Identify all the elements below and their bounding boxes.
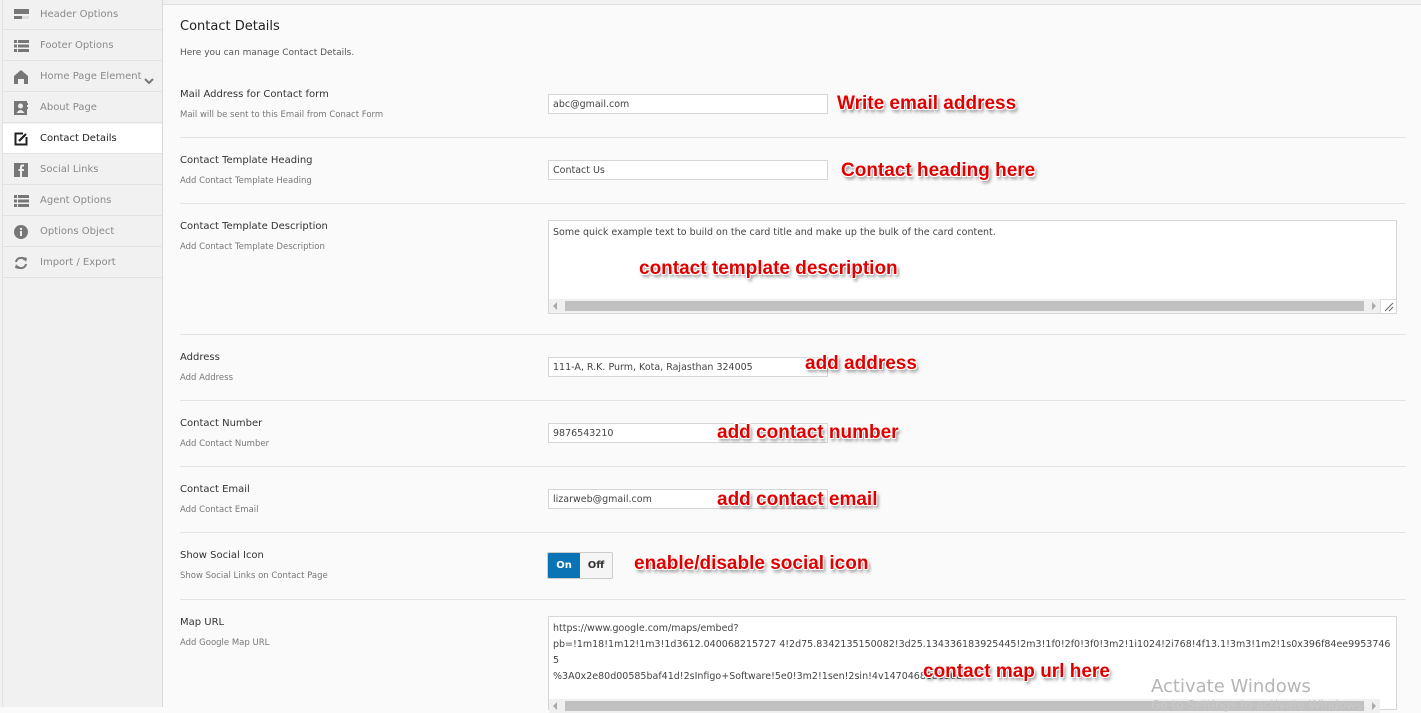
sidebar-item-social-links[interactable]: Social Links [3,155,162,185]
list-icon [13,193,29,209]
resize-grip-icon[interactable] [1380,299,1396,313]
map-url-sub: Add Google Map URL [180,638,270,648]
sidebar-item-label: Footer Options [40,40,114,51]
scroll-left-icon[interactable] [553,702,557,710]
sidebar-item-label: Home Page Element [40,71,142,82]
sidebar-item-agent-options[interactable]: Agent Options [3,186,162,216]
refresh-icon [13,255,29,271]
annotation-heading: Contact heading here [841,160,1036,181]
top-border [163,0,1421,5]
info-icon [13,224,29,240]
sidebar-item-label: Agent Options [40,195,112,206]
divider [180,466,1406,467]
sidebar-item-label: About Page [40,102,97,113]
chevron-down-icon[interactable] [144,70,154,89]
scroll-left-icon[interactable] [553,302,557,310]
social-icon-toggle[interactable]: On Off [547,552,613,579]
contact-card-icon [13,100,29,116]
sidebar: Header Options Footer Options Home Page … [0,0,163,707]
template-description-sub: Add Contact Template Description [180,242,325,252]
sidebar-item-about-page[interactable]: About Page [3,93,162,123]
template-description-text: Some quick example text to build on the … [553,227,996,238]
show-social-icon-sub: Show Social Links on Contact Page [180,571,328,581]
sidebar-item-label: Import / Export [40,257,116,268]
sidebar-item-label: Contact Details [40,133,117,144]
page-title: Contact Details [180,19,280,34]
template-description-label: Contact Template Description [180,221,328,232]
toggle-off-button[interactable]: Off [580,553,612,578]
toggle-on-button[interactable]: On [548,553,580,578]
scroll-right-icon[interactable] [1372,302,1376,310]
address-sub: Add Address [180,373,234,383]
annotation-map: contact map url here [923,661,1110,682]
map-url-label: Map URL [180,617,225,628]
contact-email-sub: Add Contact Email [180,505,259,515]
divider [180,599,1406,600]
sidebar-item-footer-options[interactable]: Footer Options [3,31,162,61]
divider [180,334,1406,335]
divider [180,137,1406,138]
page-description: Here you can manage Contact Details. [180,48,355,58]
list-icon [13,38,29,54]
sidebar-item-contact-details[interactable]: Contact Details [3,124,162,154]
sidebar-item-label: Header Options [40,9,119,20]
contact-number-sub: Add Contact Number [180,439,270,449]
annotation-mail: Write email address [837,93,1017,114]
template-heading-label: Contact Template Heading [180,155,313,166]
address-label: Address [180,352,220,363]
facebook-icon [13,162,29,178]
scroll-right-icon[interactable] [1372,702,1376,710]
divider [180,203,1406,204]
sidebar-item-label: Options Object [40,226,115,237]
edit-icon [13,131,29,147]
annotation-address: add address [805,353,917,374]
horizontal-scrollbar[interactable] [549,299,1380,313]
annotation-email: add contact email [717,489,878,510]
address-input[interactable] [548,357,828,377]
annotation-description: contact template description [639,258,898,279]
annotation-number: add contact number [717,422,899,443]
scrollbar-thumb[interactable] [565,301,1364,311]
contact-number-label: Contact Number [180,418,263,429]
mail-address-label: Mail Address for Contact form [180,89,329,100]
template-heading-input[interactable] [548,160,828,180]
mail-address-sub: Mail will be sent to this Email from Con… [180,110,384,120]
annotation-social: enable/disable social icon [634,553,869,574]
contact-email-label: Contact Email [180,484,250,495]
template-heading-sub: Add Contact Template Heading [180,176,312,186]
show-social-icon-label: Show Social Icon [180,550,264,561]
divider [180,532,1406,533]
divider [180,400,1406,401]
sidebar-item-header-options[interactable]: Header Options [3,0,162,30]
home-icon [13,69,29,85]
activate-windows-watermark: Activate Windows [1151,676,1311,697]
sidebar-item-label: Social Links [40,164,99,175]
mail-address-input[interactable] [548,94,828,114]
header-icon [13,7,29,23]
sidebar-item-import-export[interactable]: Import / Export [3,248,162,278]
activate-windows-subtext: Go to Settings to activate Windows. [1151,698,1366,712]
sidebar-item-options-object[interactable]: Options Object [3,217,162,247]
sidebar-item-home-page-element[interactable]: Home Page Element [3,62,162,92]
